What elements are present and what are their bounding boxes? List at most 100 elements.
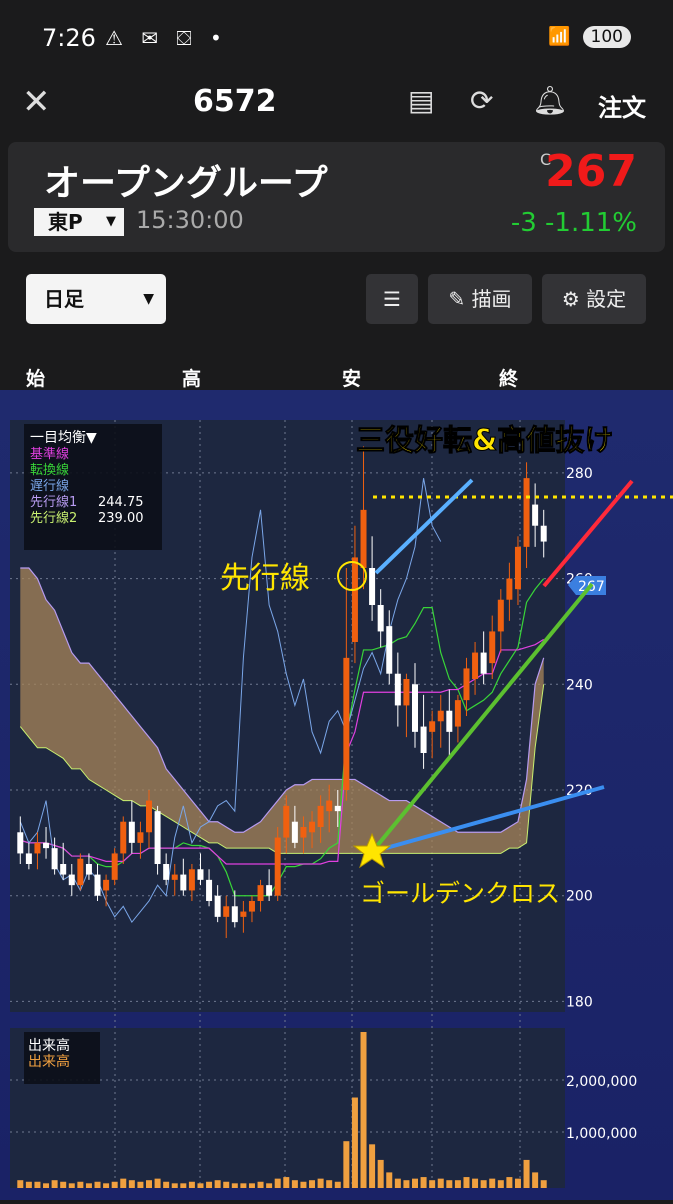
candle-body <box>394 673 401 706</box>
indicator-button[interactable]: ☰ <box>366 274 418 324</box>
volume-bar <box>403 1180 410 1188</box>
candle-body <box>480 652 487 674</box>
candle-body <box>188 869 195 891</box>
candle-body <box>497 599 504 632</box>
candle-body <box>137 832 144 843</box>
volume-bar <box>43 1183 50 1188</box>
candle-body <box>257 885 264 901</box>
chart-area[interactable]: 2802602402202001802,000,0001,000,000 267… <box>0 390 673 1200</box>
candle-body <box>403 679 410 706</box>
pencil-icon: ✎ <box>448 287 466 311</box>
ichimoku-chart[interactable]: 2802602402202001802,000,0001,000,000 267… <box>0 390 673 1200</box>
candle-body <box>240 911 247 917</box>
volume-bar <box>94 1181 101 1188</box>
draw-button[interactable]: ✎ 描画 <box>428 274 532 324</box>
candle-body <box>437 710 444 722</box>
document-icon[interactable]: ▤ <box>408 84 434 117</box>
market-select[interactable]: 東P ▼ <box>34 208 124 236</box>
candle-body <box>420 726 427 753</box>
golden-cross-annotation: ゴールデンクロス <box>360 879 560 908</box>
volume-bar <box>111 1181 118 1188</box>
legend-senkou2-value: 239.00 <box>98 511 144 526</box>
volume-bar <box>317 1178 324 1188</box>
candle-body <box>489 631 496 664</box>
y-tick-label: 200 <box>566 889 593 905</box>
stock-code: 6572 <box>193 84 277 119</box>
volume-bar <box>120 1178 127 1188</box>
battery-icon: 100 <box>582 26 631 48</box>
volume-bar <box>240 1183 247 1188</box>
top-bar: ✕ 6572 ▤ ⟳ 🔔︎ 注文 <box>0 70 673 136</box>
close-icon[interactable]: ✕ <box>22 82 51 122</box>
candle-body <box>94 874 101 896</box>
period-select[interactable]: 日足 ▼ <box>26 274 166 324</box>
volume-bar <box>386 1172 393 1188</box>
volume-bar <box>334 1181 341 1188</box>
legend-senkou1: 先行線1 <box>30 494 77 510</box>
high-label: 高 <box>182 368 202 390</box>
candle-body <box>463 668 470 701</box>
volume-bar <box>523 1159 530 1188</box>
price-change: -3 -1.11% <box>511 208 637 238</box>
settings-button[interactable]: ⚙ 設定 <box>542 274 646 324</box>
volume-bar <box>514 1178 521 1188</box>
change-value: -3 <box>510 208 537 238</box>
quote-panel: オープングループ 東P ▼ 15:30:00 C 267 -3 -1.11% <box>8 142 665 252</box>
candle-body <box>386 626 393 674</box>
volume-bar <box>248 1183 255 1188</box>
volume-bar <box>300 1181 307 1188</box>
volume-bar <box>214 1180 221 1188</box>
candle-body <box>43 842 50 849</box>
refresh-icon[interactable]: ⟳ <box>470 84 493 117</box>
volume-bar <box>283 1177 290 1188</box>
open-label: 始 <box>26 368 46 390</box>
period-label: 日足 <box>44 287 84 311</box>
candle-body <box>25 853 32 864</box>
candle-body <box>360 509 367 568</box>
order-button[interactable]: 注文 <box>598 88 646 123</box>
candle-body <box>51 848 58 870</box>
candle-body <box>412 684 418 732</box>
candle-body <box>506 578 513 600</box>
volume-bar <box>343 1141 350 1188</box>
volume-bar <box>437 1178 444 1188</box>
candle-body <box>197 869 204 880</box>
candle-body <box>163 864 170 880</box>
volume-bar <box>326 1180 333 1188</box>
settings-label: 設定 <box>586 287 627 311</box>
wifi-icon: 📶 <box>548 26 571 47</box>
volume-bar <box>128 1180 135 1188</box>
volume-tick-label: 2,000,000 <box>566 1074 637 1090</box>
current-price: 267 <box>545 146 637 197</box>
legend-kijun: 基準線 <box>30 446 69 462</box>
volume-bar <box>480 1180 487 1188</box>
quote-time: 15:30:00 <box>136 206 244 234</box>
volume-tick-label: 1,000,000 <box>566 1126 637 1142</box>
volume-legend-1: 出来高 <box>28 1037 70 1054</box>
volume-bar <box>77 1181 84 1188</box>
candle-body <box>540 525 547 542</box>
market-label: 東P <box>48 210 83 234</box>
bell-icon[interactable]: 🔔︎ <box>532 84 568 117</box>
ichimoku-legend[interactable]: 一目均衡▼ 基準線 転換線 遅行線 先行線1 244.75 先行線2 239.0… <box>24 424 162 550</box>
candle-body <box>429 721 436 732</box>
volume-bar <box>420 1177 427 1188</box>
change-percent: -1.11% <box>545 208 637 238</box>
candle-body <box>532 504 539 526</box>
volume-bar <box>257 1181 264 1188</box>
volume-bar <box>532 1172 539 1188</box>
volume-bar <box>188 1181 195 1188</box>
candle-body <box>214 895 221 917</box>
close-label: 終 <box>499 368 519 390</box>
volume-bar <box>103 1183 110 1188</box>
volume-bar <box>454 1180 461 1188</box>
candle-body <box>223 906 230 917</box>
volume-bar <box>25 1181 32 1188</box>
candle-body <box>154 811 161 864</box>
volume-bar <box>60 1181 67 1188</box>
candle-body <box>351 557 358 642</box>
y-tick-label: 240 <box>566 677 593 693</box>
volume-bar <box>180 1183 187 1188</box>
legend-tenkan: 転換線 <box>30 462 69 478</box>
volume-bar <box>206 1181 213 1188</box>
